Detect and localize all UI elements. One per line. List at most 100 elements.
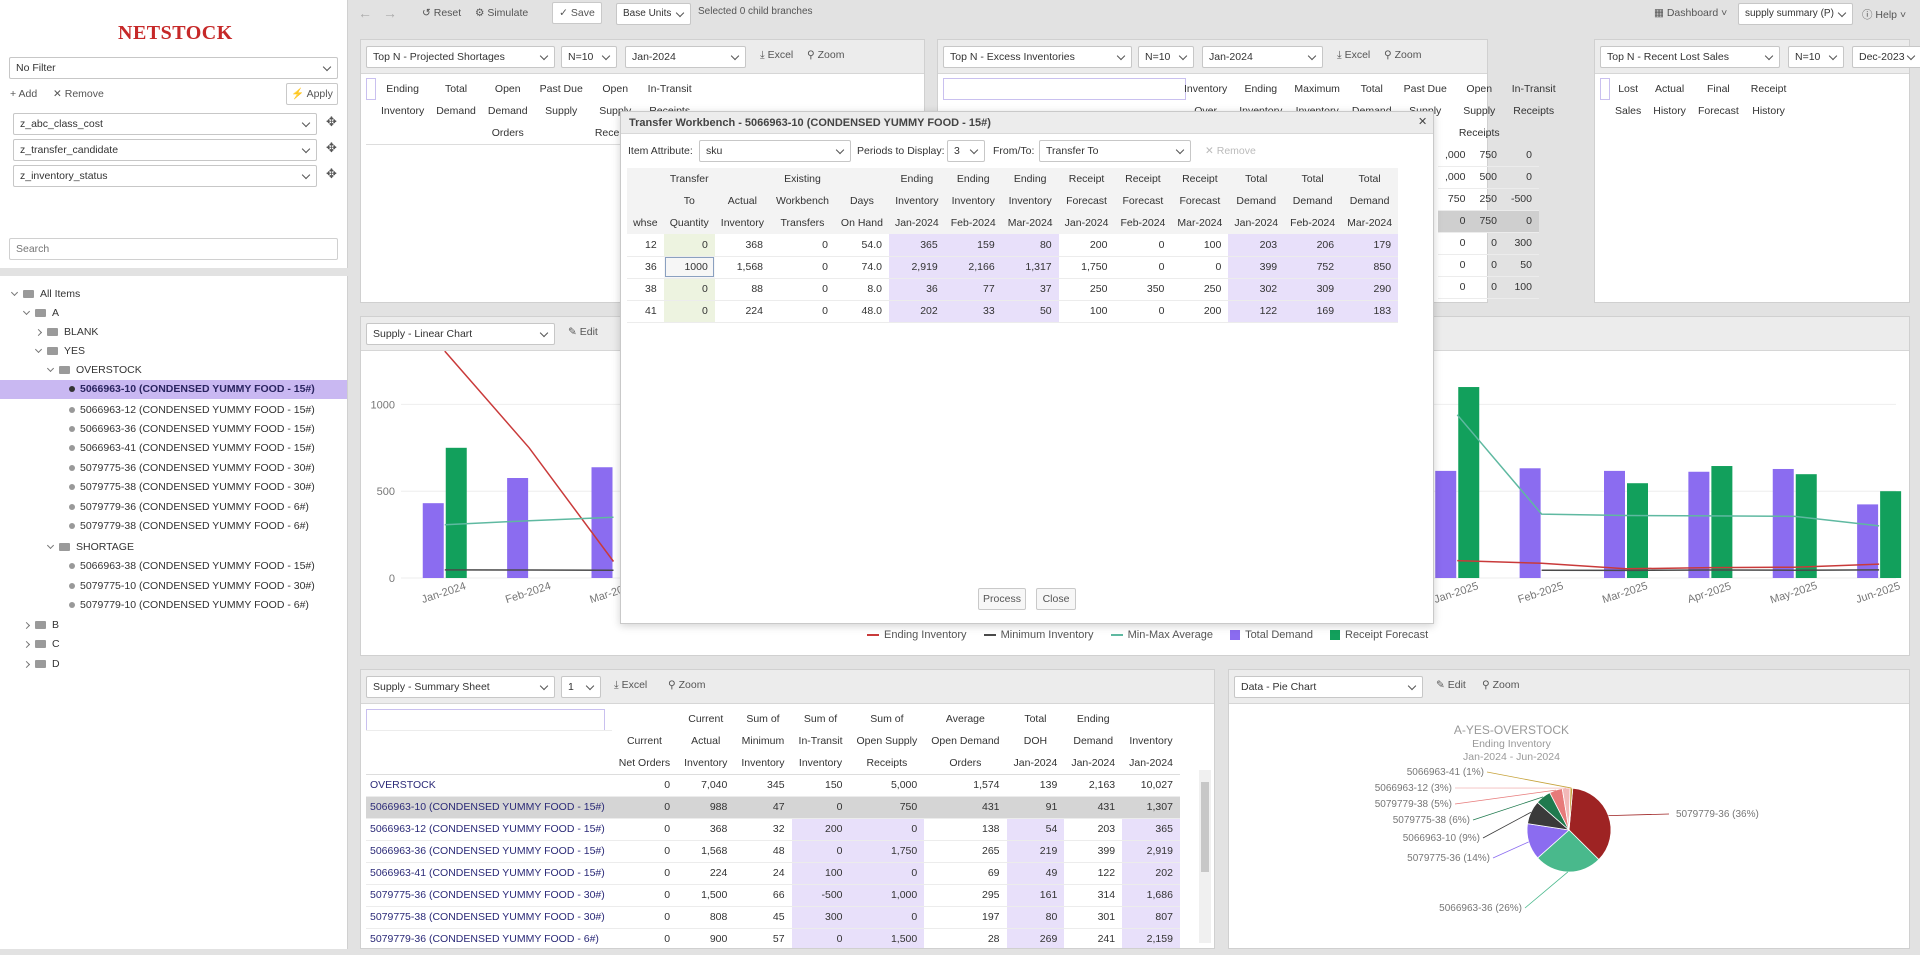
legend-item[interactable]: Ending Inventory: [867, 629, 967, 641]
zoom-button[interactable]: ⚲ Zoom: [668, 679, 705, 691]
simulate-button[interactable]: ⚙ Simulate: [475, 7, 528, 19]
close-icon[interactable]: ✕: [1418, 115, 1427, 128]
table-row[interactable]: 5079775-36 (CONDENSED YUMMY FOOD - 30#) 0…: [366, 884, 1180, 907]
table-row[interactable]: 38 0 88 0 8.0 36 77 37 250 350 250 302 309 290: [627, 278, 1399, 301]
view-select[interactable]: supply summary (P): [1738, 3, 1853, 25]
table-row[interactable]: 12 0 368 0 54.0 365 159 80 200 0 100 203 206 179: [627, 234, 1399, 257]
scroll-thumb[interactable]: [1201, 782, 1209, 872]
tree-node-yes[interactable]: YES: [34, 343, 85, 359]
tree-node-c[interactable]: C: [22, 636, 60, 652]
widget-select[interactable]: Supply - Linear Chart: [366, 323, 555, 345]
period-select[interactable]: Jan-2024: [1202, 46, 1323, 68]
tree-node-blank[interactable]: BLANK: [34, 324, 98, 340]
widget-select[interactable]: Top N - Projected Shortages: [366, 46, 555, 68]
period-select[interactable]: Jan-2024: [625, 46, 746, 68]
legend-item[interactable]: Min-Max Average: [1110, 629, 1213, 641]
edit-button[interactable]: ✎ Edit: [1436, 679, 1466, 691]
attribute-select-1[interactable]: z_abc_class_cost: [13, 113, 317, 135]
tree-node-b[interactable]: B: [22, 617, 59, 633]
n-select[interactable]: N=10: [561, 46, 617, 68]
widget-select[interactable]: Supply - Summary Sheet: [366, 676, 555, 698]
back-arrow-icon[interactable]: ←: [358, 5, 372, 21]
table-row[interactable]: 5066963-12 (CONDENSED YUMMY FOOD - 15#) 0…: [366, 818, 1180, 841]
tree-item[interactable]: 5066963-38 (CONDENSED YUMMY FOOD - 15#): [69, 558, 315, 574]
table-row[interactable]: 0 0 100: [1438, 276, 1539, 299]
tree-item[interactable]: 5079779-38 (CONDENSED YUMMY FOOD - 6#): [69, 518, 309, 534]
widget-select[interactable]: Top N - Recent Lost Sales: [1600, 46, 1780, 68]
edit-button[interactable]: ✎ Edit: [568, 326, 598, 338]
table-row[interactable]: 36 1000 1,568 0 74.0 2,919 2,166 1,317 1,750 0 0 39…: [627, 256, 1399, 279]
table-row[interactable]: 750 250 -500: [1438, 188, 1539, 211]
summary-scroll-area[interactable]: Current Sum of Sum of Sum of Average Total End…: [366, 708, 1198, 948]
move-icon[interactable]: ✥: [326, 166, 337, 182]
save-button[interactable]: ✓ Save: [552, 2, 602, 24]
tree-item[interactable]: 5079775-10 (CONDENSED YUMMY FOOD - 30#): [69, 578, 315, 594]
zoom-button[interactable]: ⚲ Zoom: [1384, 49, 1421, 61]
table-row[interactable]: 0 750 0: [1438, 210, 1539, 233]
excel-button[interactable]: ⤓ Excel: [1337, 49, 1370, 62]
close-button[interactable]: Close: [1036, 588, 1076, 610]
units-select[interactable]: Base Units: [616, 3, 691, 25]
legend-item[interactable]: Total Demand: [1230, 629, 1313, 641]
n-select[interactable]: N=10: [1138, 46, 1194, 68]
excel-button[interactable]: ⤓ Excel: [760, 49, 793, 62]
fromto-select[interactable]: Transfer To: [1039, 140, 1191, 162]
transfer-quantity-input[interactable]: 0: [663, 300, 715, 323]
attribute-select-2[interactable]: z_transfer_candidate: [13, 139, 317, 161]
move-icon[interactable]: ✥: [326, 140, 337, 156]
n-select[interactable]: N=10: [1788, 46, 1844, 68]
table-row[interactable]: 5066963-36 (CONDENSED YUMMY FOOD - 15#) 0…: [366, 840, 1180, 863]
search-input[interactable]: [9, 238, 338, 260]
add-attribute-button[interactable]: + Add: [10, 88, 37, 100]
tree-node-all-items[interactable]: All Items: [10, 286, 80, 302]
tree-item[interactable]: 5079775-36 (CONDENSED YUMMY FOOD - 30#): [69, 460, 315, 476]
table-row[interactable]: OVERSTOCK 0 7,040 345 150 5,000 1,574 139 2,163 1…: [366, 774, 1180, 797]
widget-select[interactable]: Top N - Excess Inventories: [943, 46, 1132, 68]
zoom-button[interactable]: ⚲ Zoom: [807, 49, 844, 61]
tree-node-d[interactable]: D: [22, 656, 60, 672]
level-select[interactable]: 1: [561, 676, 601, 698]
help-menu[interactable]: ⓘ Help ˅: [1862, 7, 1906, 22]
tree-node-overstock[interactable]: OVERSTOCK: [46, 362, 142, 378]
tree-item-selected[interactable]: 5066963-10 (CONDENSED YUMMY FOOD - 15#): [0, 380, 347, 399]
table-row[interactable]: ,000 750 0: [1438, 144, 1539, 167]
periods-select[interactable]: 3: [947, 140, 985, 162]
move-icon[interactable]: ✥: [326, 114, 337, 130]
table-row[interactable]: ,000 500 0: [1438, 166, 1539, 189]
legend-item[interactable]: Receipt Forecast: [1330, 629, 1428, 641]
legend-item[interactable]: Minimum Inventory: [983, 629, 1094, 641]
period-select[interactable]: Dec-2023: [1852, 46, 1920, 68]
table-row[interactable]: 5066963-10 (CONDENSED YUMMY FOOD - 15#) 0…: [366, 796, 1180, 819]
vertical-scrollbar[interactable]: [1199, 770, 1211, 943]
table-row[interactable]: 0 0 50: [1438, 254, 1539, 277]
table-row[interactable]: 5066963-41 (CONDENSED YUMMY FOOD - 15#) 0…: [366, 862, 1180, 885]
transfer-quantity-input[interactable]: 1000: [663, 256, 715, 279]
table-row[interactable]: 0 0 300: [1438, 232, 1539, 255]
item-attribute-select[interactable]: sku: [699, 140, 851, 162]
process-button[interactable]: Process: [978, 588, 1026, 610]
filter-select[interactable]: No Filter: [9, 57, 338, 79]
transfer-quantity-input[interactable]: 0: [663, 278, 715, 301]
apply-button[interactable]: ⚡ Apply: [286, 83, 338, 105]
tree-item[interactable]: 5066963-12 (CONDENSED YUMMY FOOD - 15#): [69, 402, 315, 418]
tree-item[interactable]: 5079779-36 (CONDENSED YUMMY FOOD - 6#): [69, 499, 309, 515]
reset-button[interactable]: ↺ Reset: [422, 7, 461, 19]
table-row[interactable]: 5079775-38 (CONDENSED YUMMY FOOD - 30#) 0…: [366, 906, 1180, 929]
zoom-button[interactable]: ⚲ Zoom: [1482, 679, 1519, 691]
excel-button[interactable]: ⤓ Excel: [614, 679, 647, 692]
tree-item[interactable]: 5066963-41 (CONDENSED YUMMY FOOD - 15#): [69, 440, 315, 456]
tree-node-shortage[interactable]: SHORTAGE: [46, 539, 134, 555]
forward-arrow-icon[interactable]: →: [383, 5, 397, 21]
remove-button[interactable]: ✕ Remove: [1205, 145, 1256, 157]
widget-select[interactable]: Data - Pie Chart: [1234, 676, 1423, 698]
table-row[interactable]: 5079779-36 (CONDENSED YUMMY FOOD - 6#) 0 9…: [366, 928, 1180, 948]
dashboard-menu[interactable]: ▦ Dashboard ˅: [1654, 7, 1727, 19]
tree-item[interactable]: 5079775-38 (CONDENSED YUMMY FOOD - 30#): [69, 479, 315, 495]
tree-item[interactable]: 5066963-36 (CONDENSED YUMMY FOOD - 15#): [69, 421, 315, 437]
tree-item[interactable]: 5079779-10 (CONDENSED YUMMY FOOD - 6#): [69, 597, 309, 613]
transfer-quantity-input[interactable]: 0: [663, 234, 715, 257]
remove-attribute-button[interactable]: ✕ Remove: [53, 88, 104, 100]
attribute-select-3[interactable]: z_inventory_status: [13, 165, 317, 187]
tree-node-a[interactable]: A: [22, 305, 59, 321]
table-row[interactable]: 41 0 224 0 48.0 202 33 50 100 0 200 122 169 183: [627, 300, 1399, 323]
